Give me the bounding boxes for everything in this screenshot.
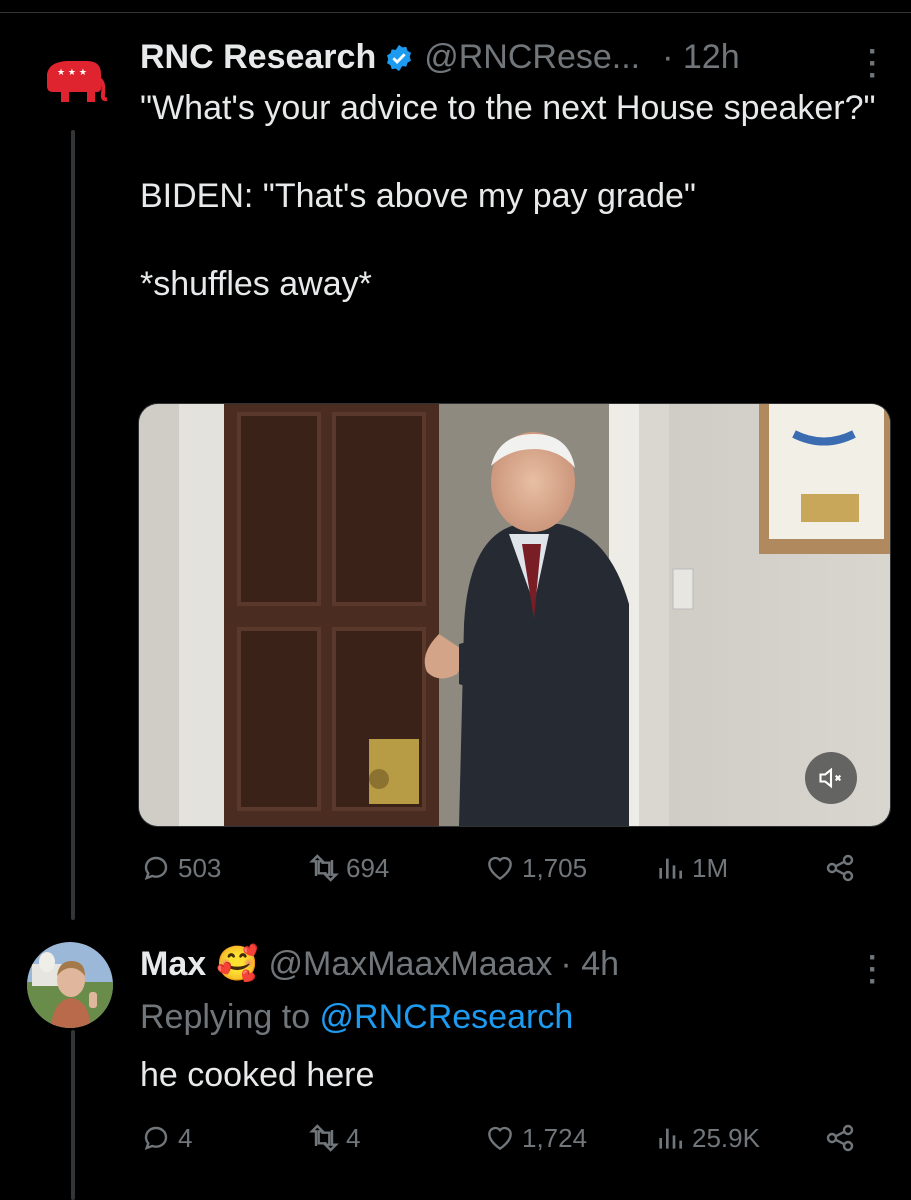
mute-icon[interactable] bbox=[805, 752, 857, 804]
reply-actions: 4 4 1,724 25.9K bbox=[140, 1122, 860, 1162]
reply-retweet-count: 4 bbox=[346, 1122, 361, 1153]
share-button[interactable] bbox=[824, 852, 856, 884]
top-divider bbox=[0, 12, 911, 13]
more-icon[interactable]: · · · bbox=[867, 37, 879, 91]
reply-avatar[interactable] bbox=[27, 942, 113, 1028]
tweet-actions: 503 694 1,705 1M bbox=[140, 852, 860, 892]
replying-to-link[interactable]: @RNCResearch bbox=[320, 998, 574, 1036]
video-frame bbox=[139, 404, 890, 826]
reply-views-count: 25.9K bbox=[692, 1122, 760, 1153]
views-button[interactable]: 1M bbox=[654, 852, 728, 884]
share-icon bbox=[826, 1124, 854, 1152]
reply-count: 503 bbox=[178, 852, 222, 883]
reply-views-button[interactable]: 25.9K bbox=[654, 1122, 760, 1154]
reply-more-icon[interactable]: · · · bbox=[867, 943, 879, 997]
reply-time[interactable]: · 4h bbox=[560, 945, 619, 984]
reply-button[interactable]: 503 bbox=[140, 852, 221, 884]
reply-reply-count: 4 bbox=[178, 1122, 193, 1153]
reply-like-button[interactable]: 1,724 bbox=[484, 1122, 587, 1154]
retweet-icon bbox=[309, 854, 339, 882]
share-icon bbox=[826, 854, 854, 882]
reply-text: he cooked here bbox=[140, 1056, 375, 1094]
author-handle[interactable]: @RNCRese... bbox=[424, 38, 640, 77]
views-icon bbox=[659, 1128, 682, 1149]
tweet-time[interactable]: · 12h bbox=[662, 38, 740, 77]
author-name[interactable]: RNC Research bbox=[140, 38, 376, 77]
reply-header: Max 🥰 @MaxMaaxMaaax · 4h bbox=[140, 944, 619, 984]
like-count: 1,705 bbox=[522, 852, 588, 883]
retweet-count: 694 bbox=[346, 852, 390, 883]
reply-share-button[interactable] bbox=[824, 1122, 856, 1154]
tweet-header: RNC Research @RNCRese... · 12h bbox=[140, 38, 740, 77]
thread-connector-reply bbox=[71, 1030, 75, 1200]
heart-icon bbox=[488, 1126, 512, 1151]
rnc-elephant-logo: ★ ★ ★ bbox=[33, 44, 113, 124]
reply-author-name[interactable]: Max bbox=[140, 945, 206, 984]
smiling-face-with-hearts-icon: 🥰 bbox=[216, 945, 259, 983]
reply-author-handle[interactable]: @MaxMaaxMaaax bbox=[268, 945, 552, 984]
avatar-photo bbox=[27, 942, 113, 1028]
thread-connector bbox=[71, 130, 75, 920]
heart-icon bbox=[488, 856, 512, 881]
reply-icon bbox=[144, 1126, 168, 1150]
verified-badge-icon[interactable] bbox=[384, 43, 414, 73]
reply-icon bbox=[144, 856, 168, 880]
retweet-button[interactable]: 694 bbox=[308, 852, 389, 884]
like-button[interactable]: 1,705 bbox=[484, 852, 587, 884]
reply-retweet-button[interactable]: 4 bbox=[308, 1122, 360, 1154]
svg-text:★ ★ ★: ★ ★ ★ bbox=[57, 68, 87, 78]
reply-reply-button[interactable]: 4 bbox=[140, 1122, 192, 1154]
reply-like-count: 1,724 bbox=[522, 1122, 588, 1153]
tweet-text: "What's your advice to the next House sp… bbox=[140, 89, 876, 303]
tweet-video[interactable] bbox=[138, 403, 891, 827]
replying-to-label: Replying to bbox=[140, 998, 320, 1036]
avatar[interactable]: ★ ★ ★ bbox=[33, 44, 113, 124]
replying-to: Replying to @RNCResearch bbox=[140, 998, 573, 1037]
retweet-icon bbox=[309, 1124, 339, 1152]
views-count: 1M bbox=[692, 852, 729, 883]
views-icon bbox=[659, 858, 682, 879]
